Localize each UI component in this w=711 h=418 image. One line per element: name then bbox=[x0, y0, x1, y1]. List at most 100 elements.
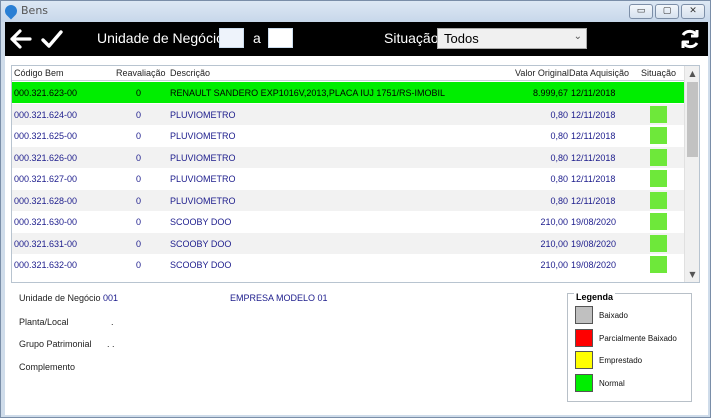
scrollbar-thumb[interactable] bbox=[687, 82, 698, 157]
detail-unidade-name: EMPRESA MODELO 01 bbox=[230, 293, 328, 303]
cell-data: 12/11/2018 bbox=[571, 109, 616, 120]
bens-window: Bens ▭ ▢ ✕ Unidade de Negócio a Situação… bbox=[0, 0, 711, 418]
cell-descricao: SCOOBY DOO bbox=[170, 260, 232, 270]
cell-codigo: 000.321.625-00 bbox=[14, 131, 78, 141]
back-arrow-icon[interactable] bbox=[9, 27, 33, 51]
cell-data: 19/08/2020 bbox=[571, 260, 617, 270]
legend-label: Parcialmente Baixado bbox=[599, 333, 677, 343]
status-swatch bbox=[650, 191, 667, 209]
cell-reavaliacao: 0 bbox=[136, 109, 142, 120]
grid-header: Código Bem Reavaliação Descrição Valor O… bbox=[12, 66, 685, 81]
status-swatch bbox=[650, 170, 667, 187]
legend-item: Parcialmente Baixado bbox=[575, 328, 690, 347]
refresh-icon[interactable] bbox=[678, 27, 702, 51]
table-row[interactable]: 000.321.623-00 0 RENAULT SANDERO EXP1016V,… bbox=[12, 82, 685, 103]
cell-data: 12/11/2018 bbox=[571, 152, 616, 163]
cell-codigo: 000.321.626-00 bbox=[14, 152, 78, 163]
header-codigo[interactable]: Código Bem bbox=[14, 68, 64, 78]
check-icon[interactable] bbox=[40, 27, 64, 51]
cell-codigo: 000.321.623-00 bbox=[14, 88, 78, 98]
unidade-label: Unidade de Negócio bbox=[97, 30, 224, 46]
title-bar[interactable]: Bens ▭ ▢ ✕ bbox=[1, 1, 710, 22]
table-row[interactable]: 000.321.626-00 0 PLUVIOMETRO 0,80 12/11/2018 bbox=[12, 146, 685, 168]
cell-valor: 8.999,67 bbox=[532, 88, 568, 98]
scroll-down-icon[interactable]: ▼ bbox=[685, 267, 699, 282]
status-swatch bbox=[650, 105, 667, 123]
chevron-down-icon: ⌄ bbox=[573, 31, 582, 42]
detail-planta-value: . bbox=[111, 317, 114, 327]
cell-valor: 0,80 bbox=[550, 195, 568, 206]
cell-valor: 210,00 bbox=[540, 238, 568, 249]
cell-data: 12/11/2018 bbox=[571, 88, 616, 98]
situacao-label: Situação bbox=[384, 30, 439, 46]
window-title: Bens bbox=[21, 4, 49, 17]
detail-grupo-value: . . bbox=[107, 339, 115, 349]
cell-valor: 0,80 bbox=[550, 109, 568, 120]
status-swatch bbox=[650, 84, 667, 101]
legend-label: Baixado bbox=[599, 311, 628, 320]
detail-planta-label: Planta/Local bbox=[19, 317, 69, 327]
status-swatch bbox=[650, 127, 667, 144]
cell-reavaliacao: 0 bbox=[136, 238, 142, 249]
scroll-up-icon[interactable]: ▲ bbox=[685, 66, 699, 81]
cell-data: 19/08/2020 bbox=[571, 238, 617, 249]
cell-codigo: 000.321.628-00 bbox=[14, 195, 78, 206]
table-row[interactable]: 000.321.627-00 0 PLUVIOMETRO 0,80 12/11/2018 bbox=[12, 168, 685, 189]
app-drop-icon bbox=[2, 2, 20, 20]
situacao-select[interactable]: Todos ⌄ bbox=[437, 28, 587, 49]
table-row[interactable]: 000.321.628-00 0 PLUVIOMETRO 0,80 12/11/2018 bbox=[12, 189, 685, 211]
cell-codigo: 000.321.630-00 bbox=[14, 217, 78, 227]
cell-reavaliacao: 0 bbox=[136, 88, 142, 98]
cell-descricao: RENAULT SANDERO EXP1016V,2013,PLACA IUJ … bbox=[170, 88, 445, 98]
detail-complemento-label: Complemento bbox=[19, 362, 76, 372]
cell-valor: 0,80 bbox=[550, 174, 568, 184]
status-swatch bbox=[650, 256, 667, 273]
assets-grid[interactable]: Código Bem Reavaliação Descrição Valor O… bbox=[11, 65, 700, 283]
cell-valor: 0,80 bbox=[550, 131, 568, 141]
main-panel: Código Bem Reavaliação Descrição Valor O… bbox=[5, 56, 708, 415]
header-descricao[interactable]: Descrição bbox=[170, 68, 210, 78]
header-data[interactable]: Data Aquisição bbox=[569, 68, 629, 78]
header-reavaliacao[interactable]: Reavaliação bbox=[116, 68, 166, 78]
table-row[interactable]: 000.321.632-00 0 SCOOBY DOO 210,00 19/08/202… bbox=[12, 254, 685, 275]
cell-descricao: PLUVIOMETRO bbox=[170, 152, 236, 163]
header-situacao[interactable]: Situação bbox=[641, 68, 676, 78]
situacao-select-value: Todos bbox=[444, 31, 479, 46]
cell-reavaliacao: 0 bbox=[136, 131, 142, 141]
unidade-to-input[interactable] bbox=[268, 28, 293, 48]
status-swatch bbox=[650, 148, 667, 166]
cell-codigo: 000.321.631-00 bbox=[14, 238, 78, 249]
cell-data: 12/11/2018 bbox=[571, 131, 616, 141]
header-valor[interactable]: Valor Original bbox=[515, 68, 569, 78]
minimize-button[interactable]: ▭ bbox=[629, 4, 653, 19]
maximize-button[interactable]: ▢ bbox=[655, 4, 679, 19]
cell-descricao: PLUVIOMETRO bbox=[170, 109, 236, 120]
table-row[interactable]: 000.321.631-00 0 SCOOBY DOO 210,00 19/08/202… bbox=[12, 232, 685, 254]
cell-reavaliacao: 0 bbox=[136, 174, 142, 184]
table-row[interactable]: 000.321.625-00 0 PLUVIOMETRO 0,80 12/11/2018 bbox=[12, 125, 685, 146]
table-row[interactable]: 000.321.630-00 0 SCOOBY DOO 210,00 19/08/202… bbox=[12, 211, 685, 232]
cell-codigo: 000.321.627-00 bbox=[14, 174, 78, 184]
close-button[interactable]: ✕ bbox=[681, 4, 705, 19]
legend-swatch bbox=[575, 373, 593, 392]
cell-reavaliacao: 0 bbox=[136, 195, 142, 206]
legend-swatch bbox=[575, 351, 593, 369]
legend-swatch bbox=[575, 328, 593, 347]
cell-valor: 0,80 bbox=[550, 152, 568, 163]
unidade-from-input[interactable] bbox=[219, 28, 244, 48]
toolbar: Unidade de Negócio a Situação Todos ⌄ bbox=[5, 22, 708, 56]
cell-descricao: PLUVIOMETRO bbox=[170, 131, 236, 141]
cell-descricao: PLUVIOMETRO bbox=[170, 174, 236, 184]
cell-descricao: SCOOBY DOO bbox=[170, 238, 232, 249]
range-separator-label: a bbox=[253, 30, 261, 46]
legend-swatch bbox=[575, 306, 593, 324]
detail-unidade-label: Unidade de Negócio bbox=[19, 293, 101, 303]
legend-label: Emprestado bbox=[599, 356, 643, 365]
table-row[interactable]: 000.321.624-00 0 PLUVIOMETRO 0,80 12/11/2018 bbox=[12, 103, 685, 125]
status-swatch bbox=[650, 234, 667, 252]
cell-codigo: 000.321.632-00 bbox=[14, 260, 78, 270]
cell-data: 12/11/2018 bbox=[571, 195, 616, 206]
status-swatch bbox=[650, 213, 667, 230]
cell-reavaliacao: 0 bbox=[136, 152, 142, 163]
grid-scrollbar[interactable]: ▲ ▼ bbox=[684, 66, 699, 282]
